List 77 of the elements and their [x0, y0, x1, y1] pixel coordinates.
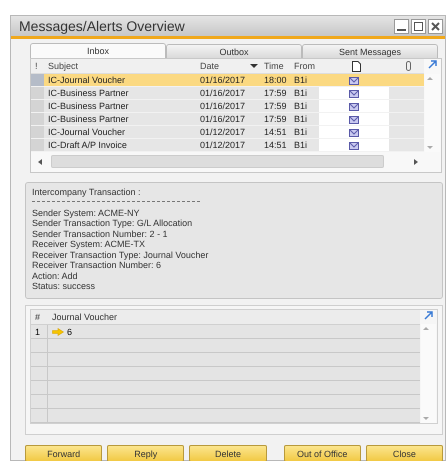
row-number: 1: [35, 326, 40, 338]
row-header[interactable]: [31, 126, 44, 139]
table-cell: 18:00: [260, 74, 290, 87]
table-cell: 01/12/2017: [196, 126, 260, 139]
table-cell: 01/16/2017: [196, 100, 260, 113]
scroll-up-icon[interactable]: [421, 324, 431, 333]
arrow-icon[interactable]: [52, 328, 64, 336]
document-icon[interactable]: [352, 60, 360, 72]
action-button[interactable]: Close: [366, 445, 444, 461]
tab[interactable]: Inbox: [30, 43, 166, 58]
scroll-down-icon[interactable]: [425, 143, 435, 152]
table-cell: B1i: [290, 113, 319, 126]
table-cell: 14:51: [260, 126, 290, 139]
window-title: Messages/Alerts Overview: [19, 18, 186, 34]
detail-text: Receiver Transaction Number: 6: [32, 260, 162, 270]
row-header[interactable]: [31, 74, 44, 87]
table-cell: IC-Business Partner: [44, 100, 196, 113]
detail-text: Receiver System: ACME-TX: [32, 239, 146, 250]
vertical-scrollbar[interactable]: [421, 324, 436, 423]
table-cell: 01/12/2017: [196, 139, 260, 152]
table-cell: 01/16/2017: [196, 74, 260, 87]
column-header[interactable]: Subject: [44, 59, 196, 74]
maximize-icon[interactable]: [411, 18, 426, 34]
table-cell: IC-Journal Voucher: [44, 74, 196, 87]
scroll-up-icon[interactable]: [425, 74, 435, 83]
row-header[interactable]: [31, 113, 44, 126]
close-icon[interactable]: [428, 18, 443, 34]
tab[interactable]: Sent Messages: [302, 44, 438, 58]
expand-icon[interactable]: [423, 310, 434, 321]
row-header[interactable]: [31, 139, 44, 152]
paperclip-icon[interactable]: [406, 61, 411, 71]
expand-icon[interactable]: [427, 59, 438, 70]
table-cell: IC-Business Partner: [44, 87, 196, 100]
row-header[interactable]: [31, 100, 44, 113]
minimize-icon[interactable]: [394, 18, 409, 34]
column-header[interactable]: From: [290, 59, 319, 74]
table-cell: IC-Business Partner: [44, 113, 196, 126]
table-cell: 01/16/2017: [196, 87, 260, 100]
table-cell: 17:59: [260, 100, 290, 113]
detail-heading: Intercompany Transaction :: [32, 187, 142, 198]
table-cell: B1i: [290, 100, 319, 113]
table-cell: B1i: [290, 74, 319, 87]
action-button[interactable]: Delete: [189, 445, 267, 461]
action-button[interactable]: Out of Office: [284, 445, 361, 461]
detail-text: Action: Add: [32, 270, 79, 281]
column-header[interactable]: Journal Voucher: [52, 312, 118, 322]
table-cell: 17:59: [260, 87, 290, 100]
table-cell: 01/16/2017: [196, 113, 260, 126]
envelope-icon: [349, 114, 359, 124]
table-cell: B1i: [290, 139, 319, 152]
envelope-icon: [349, 76, 359, 84]
detail-text: Sender System: ACME-NY: [32, 208, 141, 218]
detail-text: Status: success: [32, 281, 96, 292]
column-header[interactable]: !: [31, 59, 44, 74]
column-header[interactable]: Date: [196, 59, 260, 74]
table-cell: B1i: [290, 87, 319, 100]
action-button[interactable]: Forward: [25, 445, 102, 461]
detail-text: Sender Transaction Number: 2 - 1: [32, 228, 169, 239]
table-cell: IC-Draft A/P Invoice: [44, 139, 196, 152]
action-button[interactable]: Reply: [107, 445, 184, 461]
detail-text: Sender Transaction Type: G/L Allocation: [32, 218, 194, 228]
sort-icon[interactable]: [250, 63, 258, 69]
column-header[interactable]: Time: [260, 59, 290, 74]
envelope-icon: [349, 128, 359, 136]
scroll-down-icon[interactable]: [421, 414, 431, 423]
horizontal-scrollbar[interactable]: [51, 155, 384, 168]
detail-text: Receiver Transaction Type: Journal Voucher: [32, 250, 210, 260]
table-cell: 14:51: [260, 139, 290, 152]
envelope-icon: [349, 88, 359, 98]
tab[interactable]: Outbox: [166, 44, 302, 58]
envelope-icon: [349, 140, 359, 150]
table-cell: 17:59: [260, 113, 290, 126]
table-cell: IC-Journal Voucher: [44, 126, 196, 139]
table-cell-text: 6: [67, 326, 72, 338]
table-cell: B1i: [290, 126, 319, 139]
envelope-icon: [349, 102, 359, 110]
row-header[interactable]: [31, 87, 44, 100]
